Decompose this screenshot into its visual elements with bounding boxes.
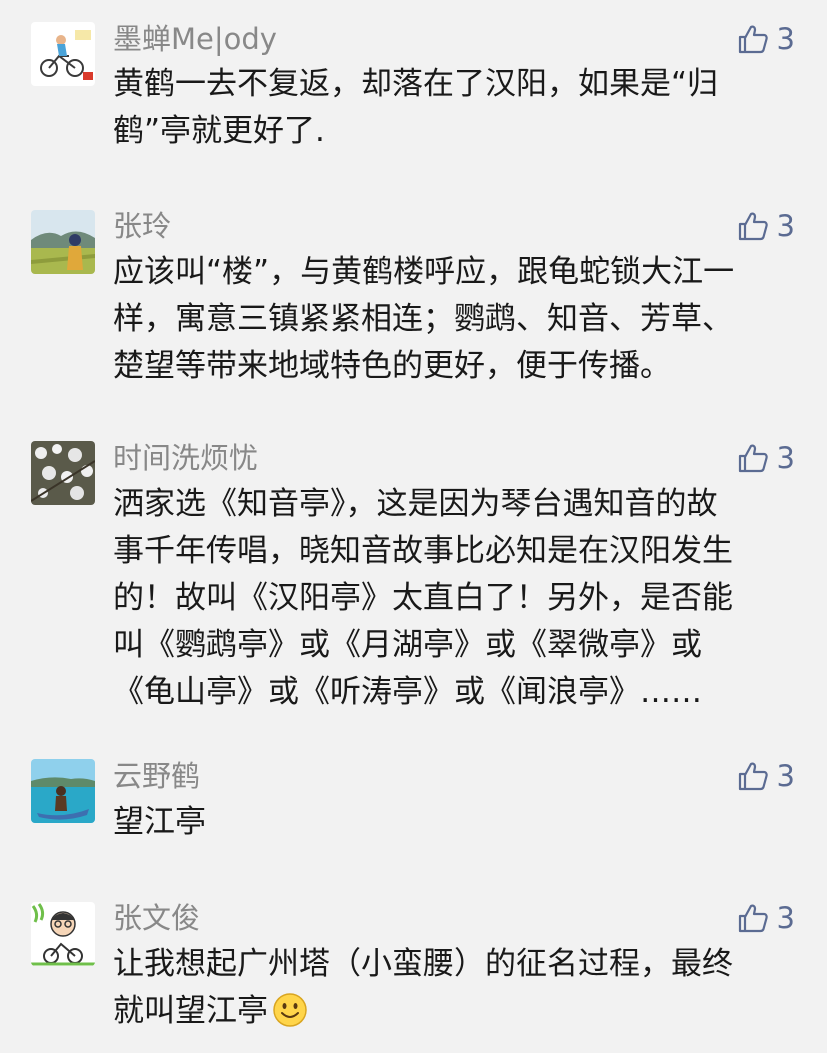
like-count: 3 bbox=[776, 209, 795, 243]
thumbs-up-icon bbox=[738, 762, 768, 791]
like-button[interactable]: 3 bbox=[737, 21, 795, 57]
thumbs-up-icon bbox=[738, 904, 768, 933]
commenter-name[interactable]: 时间洗烦忧 bbox=[113, 440, 258, 476]
sea-boat-avatar[interactable] bbox=[31, 759, 95, 823]
comment-text: 望江亭 bbox=[113, 804, 206, 840]
thumbs-up-icon bbox=[738, 212, 768, 241]
comment-text: 黄鹤一去不复返，却落在了汉阳，如果是“归 鹤”亭就更好了. bbox=[113, 66, 719, 149]
comment-text-content: 让我想起广州塔（小蛮腰）的征名过程，最终 就叫望江亭 bbox=[113, 946, 733, 1029]
landscape-avatar[interactable] bbox=[31, 210, 95, 274]
like-button[interactable]: 3 bbox=[737, 208, 795, 244]
thumbs-up-icon bbox=[738, 25, 768, 54]
comment-text: 洒家选《知音亭》，这是因为琴台遇知音的故 事千年传唱，晓知音故事比必知是在汉阳发… bbox=[113, 486, 733, 710]
commenter-name[interactable]: 张文俊 bbox=[113, 900, 200, 936]
like-button[interactable]: 3 bbox=[737, 900, 795, 936]
blossom-avatar[interactable] bbox=[31, 441, 95, 505]
cyclist-avatar[interactable] bbox=[31, 22, 95, 86]
smile-emoji-icon bbox=[273, 993, 307, 1027]
comment-text: 应该叫“楼”，与黄鹤楼呼应，跟龟蛇锁大江一 样，寓意三镇紧紧相连；鹦鹉、知音、芳… bbox=[113, 254, 735, 384]
commenter-name[interactable]: 墨蝉Me|ody bbox=[113, 21, 277, 57]
like-count: 3 bbox=[776, 22, 795, 56]
commenter-name[interactable]: 云野鹤 bbox=[113, 758, 200, 794]
like-count: 3 bbox=[776, 901, 795, 935]
commenter-name[interactable]: 张玲 bbox=[113, 208, 171, 244]
like-button[interactable]: 3 bbox=[737, 440, 795, 476]
like-button[interactable]: 3 bbox=[737, 758, 795, 794]
thumbs-up-icon bbox=[738, 444, 768, 473]
comment-text: 让我想起广州塔（小蛮腰）的征名过程，最终 就叫望江亭 bbox=[113, 941, 793, 1035]
like-count: 3 bbox=[776, 759, 795, 793]
like-count: 3 bbox=[776, 441, 795, 475]
cartoon-cyclist-avatar[interactable] bbox=[31, 902, 95, 966]
